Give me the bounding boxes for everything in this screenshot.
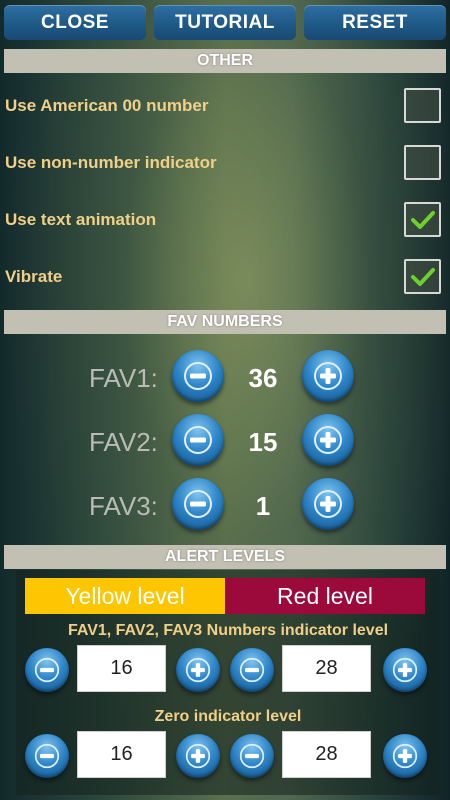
plus-icon: [392, 743, 418, 769]
plus-icon: [392, 657, 418, 683]
checkmark-icon: [410, 210, 435, 229]
fav2-increment-button[interactable]: [302, 414, 354, 466]
plus-icon: [185, 743, 211, 769]
fav2-value: 15: [248, 427, 278, 457]
zero-indicator-yellow-value[interactable]: 16: [77, 731, 166, 778]
fav1-label: FAV1:: [89, 363, 158, 393]
reset-button[interactable]: RESET: [304, 5, 446, 40]
yellow-level-label: Yellow level: [25, 578, 225, 614]
american-00-checkbox[interactable]: [404, 88, 441, 123]
fav3-increment-button[interactable]: [302, 478, 354, 530]
fav-indicator-yellow-value[interactable]: 16: [77, 645, 166, 692]
fav2-decrement-button[interactable]: [172, 414, 224, 466]
vibrate-checkbox[interactable]: [404, 259, 441, 294]
other-section-header: OTHER: [4, 49, 446, 73]
fav3-value: 1: [255, 491, 271, 521]
option-vibrate-label: Vibrate: [5, 267, 63, 286]
plus-icon: [314, 362, 342, 390]
checkmark-icon: [410, 267, 435, 286]
plus-icon: [185, 657, 211, 683]
minus-icon: [184, 490, 212, 518]
zero-indicator-red-decrement-button[interactable]: [230, 734, 274, 778]
minus-icon: [239, 743, 265, 769]
red-level-label: Red level: [225, 578, 425, 614]
alert-levels-section-header: ALERT LEVELS: [4, 545, 446, 569]
fav1-increment-button[interactable]: [302, 350, 354, 402]
minus-icon: [239, 657, 265, 683]
fav3-label: FAV3:: [89, 491, 158, 521]
plus-icon: [314, 426, 342, 454]
zero-indicator-yellow-increment-button[interactable]: [176, 734, 220, 778]
option-american-00-label: Use American 00 number: [5, 96, 209, 115]
minus-icon: [34, 743, 60, 769]
option-text-animation-label: Use text animation: [5, 210, 157, 229]
zero-indicator-red-increment-button[interactable]: [383, 734, 427, 778]
text-animation-checkbox[interactable]: [404, 202, 441, 237]
minus-icon: [34, 657, 60, 683]
fav-indicator-red-decrement-button[interactable]: [230, 648, 274, 692]
fav-indicator-yellow-increment-button[interactable]: [176, 648, 220, 692]
zero-indicator-red-value[interactable]: 28: [282, 731, 371, 778]
fav2-label: FAV2:: [89, 427, 158, 457]
fav-indicator-red-value[interactable]: 28: [282, 645, 371, 692]
fav-numbers-section-header: FAV NUMBERS: [4, 310, 446, 334]
fav1-value: 36: [248, 363, 278, 393]
close-button[interactable]: CLOSE: [4, 5, 146, 40]
non-number-indicator-checkbox[interactable]: [404, 145, 441, 180]
option-non-number-indicator-label: Use non-number indicator: [5, 153, 217, 172]
zero-indicator-yellow-decrement-button[interactable]: [25, 734, 69, 778]
minus-icon: [184, 362, 212, 390]
plus-icon: [314, 490, 342, 518]
tutorial-button[interactable]: TUTORIAL: [154, 5, 296, 40]
fav3-decrement-button[interactable]: [172, 478, 224, 530]
minus-icon: [184, 426, 212, 454]
zero-indicator-level-title: Zero indicator level: [154, 708, 302, 725]
fav-indicator-yellow-decrement-button[interactable]: [25, 648, 69, 692]
fav1-decrement-button[interactable]: [172, 350, 224, 402]
fav-indicator-red-increment-button[interactable]: [383, 648, 427, 692]
fav-indicator-level-title: FAV1, FAV2, FAV3 Numbers indicator level: [67, 622, 389, 639]
